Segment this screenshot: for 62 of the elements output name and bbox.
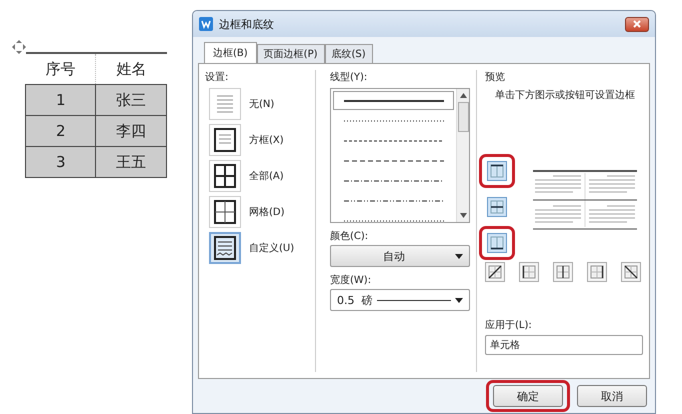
border-setting-button[interactable] [209, 232, 241, 264]
color-dropdown[interactable]: 自动 [330, 245, 470, 267]
setting-label: 全部(A) [249, 170, 284, 183]
border-edge-icon [490, 236, 504, 250]
dropdown-arrow-icon [455, 254, 463, 258]
boxed-lines-icon [213, 127, 237, 153]
table-cell: 王五 [96, 146, 166, 178]
border-edge-icon [490, 164, 504, 178]
diagonal-border-icon [624, 265, 638, 279]
scroll-up-icon[interactable] [460, 93, 466, 98]
setting-label: 方框(X) [249, 134, 284, 147]
width-label: 宽度(W): [330, 274, 372, 287]
tab[interactable]: 底纹(S) [324, 44, 373, 63]
border-setting-button[interactable] [209, 160, 241, 192]
table-cell: 3 [26, 146, 96, 178]
apply-to-label: 应用于(L): [485, 318, 533, 332]
preview-label: 预览 [485, 71, 506, 84]
table-cell: 李四 [96, 116, 166, 146]
border-toggle-button[interactable] [487, 233, 507, 253]
close-button[interactable] [625, 16, 649, 32]
scrollbar[interactable] [456, 89, 469, 222]
app-logo-icon [199, 17, 213, 31]
setting-label: 网格(D) [249, 206, 285, 219]
width-dropdown[interactable]: 0.5 磅 [330, 289, 470, 311]
border-toggle-button[interactable] [519, 262, 539, 282]
preview-hint: 单击下方图示或按钮可设置边框 [495, 88, 636, 102]
move-handle-icon[interactable] [12, 40, 26, 54]
scroll-down-icon[interactable] [460, 213, 466, 218]
tab[interactable]: 边框(B) [204, 42, 257, 63]
border-edge-icon [556, 265, 570, 279]
border-toggle-button[interactable] [553, 262, 573, 282]
dialog-button[interactable]: 取消 [577, 385, 647, 408]
color-label: 颜色(C): [330, 230, 370, 243]
table-cell: 2 [26, 116, 96, 146]
window-title: 边框和底纹 [219, 16, 275, 32]
table-cell: 张三 [96, 84, 166, 116]
scroll-thumb[interactable] [458, 102, 468, 132]
settings-label: 设置: [205, 70, 230, 84]
border-edge-icon [490, 200, 504, 214]
border-setting-button[interactable] [209, 124, 241, 156]
close-icon [632, 20, 642, 28]
border-edge-icon [522, 265, 536, 279]
grid-icon [213, 199, 237, 225]
dropdown-arrow-icon [455, 298, 463, 302]
border-toggle-button[interactable] [487, 197, 507, 217]
border-toggle-button[interactable] [621, 262, 641, 282]
border-edge-icon [590, 265, 604, 279]
apply-to-dropdown[interactable]: 单元格 [485, 335, 643, 355]
diagonal-border-icon [488, 265, 502, 279]
border-toggle-button[interactable] [485, 262, 505, 282]
setting-label: 无(N) [249, 98, 274, 111]
line-style-option[interactable] [333, 91, 454, 110]
dialog-button[interactable]: 确定 [493, 385, 563, 408]
setting-label: 自定义(U) [249, 242, 294, 255]
border-toggle-button[interactable] [487, 161, 507, 181]
line-style-label: 线型(Y): [330, 70, 368, 84]
tab[interactable]: 页面边框(P) [256, 44, 325, 63]
border-setting-button[interactable] [209, 196, 241, 228]
table-cell: 1 [26, 84, 96, 116]
custom-border-icon [213, 235, 237, 261]
grid-icon [213, 163, 237, 189]
border-toggle-button[interactable] [587, 262, 607, 282]
